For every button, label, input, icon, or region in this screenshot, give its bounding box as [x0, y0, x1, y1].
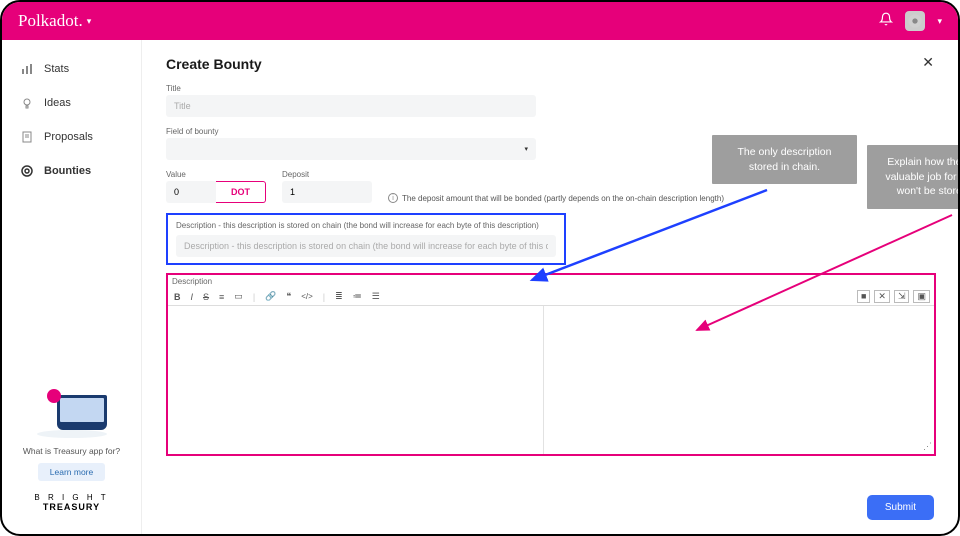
sidebar-item-ideas[interactable]: Ideas: [2, 86, 141, 120]
chevron-down-icon[interactable]: ▾: [937, 16, 942, 27]
bell-icon[interactable]: [879, 12, 893, 31]
onchain-description-box: Description - this description is stored…: [166, 213, 566, 265]
separator-icon: |: [251, 291, 257, 303]
toolbar-right-icon[interactable]: ✕: [874, 290, 890, 303]
sidebar-item-bounties[interactable]: Bounties: [2, 154, 141, 188]
bounty-icon: [20, 164, 34, 178]
code-icon[interactable]: </>: [299, 291, 315, 302]
onchain-description-input[interactable]: [176, 235, 556, 257]
deposit-input[interactable]: [282, 181, 372, 203]
toolbar-right-icon[interactable]: ■: [857, 290, 870, 303]
avatar[interactable]: [905, 11, 925, 31]
topbar: Polkadot. ▾ ▾: [2, 2, 958, 40]
line-icon[interactable]: ≡: [217, 291, 226, 303]
learn-more-button[interactable]: Learn more: [38, 463, 105, 481]
brand-text: Polkadot.: [18, 11, 83, 31]
bright-treasury-logo: B R I G H T TREASURY: [12, 493, 131, 512]
toolbar-right-icon[interactable]: ▣: [913, 290, 930, 303]
value-input[interactable]: [166, 181, 216, 203]
chevron-down-icon: ▾: [87, 16, 92, 27]
chevron-down-icon: ▾: [524, 145, 528, 153]
promo-illustration: [27, 385, 117, 440]
callout-description: Explain how the bounty will be a valuabl…: [867, 145, 958, 209]
description-box: Description B I S ≡ ▭ | 🔗 ❝ </> | ≣ ≔ ☰: [166, 273, 936, 456]
title-label: Title: [166, 84, 536, 93]
sidebar-item-proposals[interactable]: Proposals: [2, 120, 141, 154]
hr-icon[interactable]: ☰: [370, 290, 382, 303]
value-label: Value: [166, 170, 266, 179]
deposit-label: Deposit: [282, 170, 372, 179]
onchain-label: Description - this description is stored…: [176, 221, 556, 230]
description-editor[interactable]: ⋰: [168, 306, 934, 454]
description-label: Description: [168, 275, 934, 288]
page-title: Create Bounty: [166, 56, 934, 72]
bulb-icon: [20, 96, 34, 110]
fob-select[interactable]: [166, 138, 536, 160]
sidebar-item-stats[interactable]: Stats: [2, 52, 141, 86]
sidebar-item-label: Ideas: [44, 97, 71, 109]
strike-icon[interactable]: S: [201, 291, 211, 303]
stats-icon: [20, 62, 34, 76]
sidebar-promo: What is Treasury app for? Learn more B R…: [2, 375, 141, 522]
sidebar-item-label: Stats: [44, 63, 69, 75]
link-icon[interactable]: 🔗: [263, 290, 278, 303]
document-icon: [20, 130, 34, 144]
separator-icon: |: [321, 291, 327, 303]
ul-icon[interactable]: ≣: [333, 290, 345, 303]
toolbar-right-icon[interactable]: ⇲: [894, 290, 910, 303]
submit-button[interactable]: Submit: [867, 495, 934, 520]
fob-label: Field of bounty: [166, 127, 536, 136]
quote-icon[interactable]: ❝: [284, 290, 293, 303]
sidebar-item-label: Proposals: [44, 131, 93, 143]
value-unit[interactable]: DOT: [216, 181, 266, 203]
resize-handle-icon[interactable]: ⋰: [923, 441, 932, 452]
close-button[interactable]: ✕: [922, 54, 934, 71]
title-input[interactable]: [166, 95, 536, 117]
callout-onchain: The only description stored in chain.: [712, 135, 857, 184]
italic-icon[interactable]: I: [189, 291, 196, 303]
deposit-note: i The deposit amount that will be bonded…: [388, 193, 724, 203]
image-icon[interactable]: ▭: [232, 290, 245, 303]
bold-icon[interactable]: B: [172, 291, 183, 303]
info-icon: i: [388, 193, 398, 203]
brand-logo[interactable]: Polkadot. ▾: [18, 11, 91, 31]
editor-toolbar: B I S ≡ ▭ | 🔗 ❝ </> | ≣ ≔ ☰ ■ ✕: [168, 288, 934, 306]
ol-icon[interactable]: ≔: [351, 290, 364, 303]
promo-text: What is Treasury app for?: [12, 446, 131, 456]
sidebar-item-label: Bounties: [44, 165, 91, 177]
sidebar: Stats Ideas Proposals Bounties Wh: [2, 40, 142, 534]
main-content: Create Bounty ✕ Title Field of bounty ▾ …: [142, 40, 958, 534]
